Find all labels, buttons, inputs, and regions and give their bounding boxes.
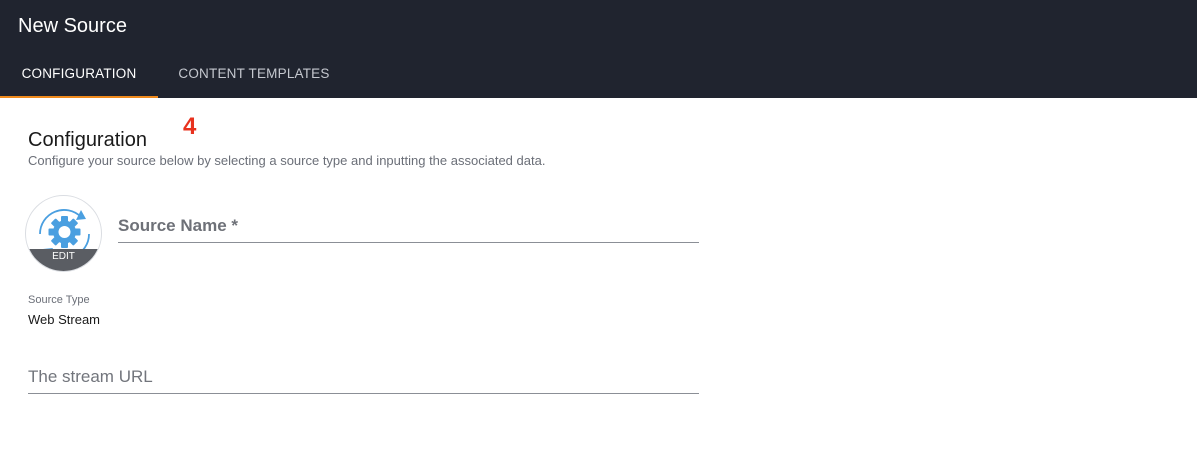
- section-title: Configuration: [28, 129, 147, 151]
- source-name-field: [118, 210, 699, 243]
- source-avatar-edit-button[interactable]: EDIT: [25, 195, 102, 272]
- annotation-marker: 4: [183, 113, 197, 140]
- app-header: New Source CONFIGURATION CONTENT TEMPLAT…: [0, 0, 1197, 98]
- stream-url-input[interactable]: [28, 360, 699, 393]
- edit-label: EDIT: [26, 249, 101, 271]
- tab-configuration[interactable]: CONFIGURATION: [0, 52, 158, 98]
- source-type-value: Web Stream: [28, 312, 101, 327]
- page-title: New Source: [18, 15, 127, 37]
- tab-content-templates[interactable]: CONTENT TEMPLATES: [158, 52, 350, 98]
- stream-url-field: [28, 360, 699, 394]
- source-name-input[interactable]: [118, 210, 699, 242]
- source-type-label: Source Type: [28, 294, 90, 306]
- section-subtitle: Configure your source below by selecting…: [28, 153, 546, 168]
